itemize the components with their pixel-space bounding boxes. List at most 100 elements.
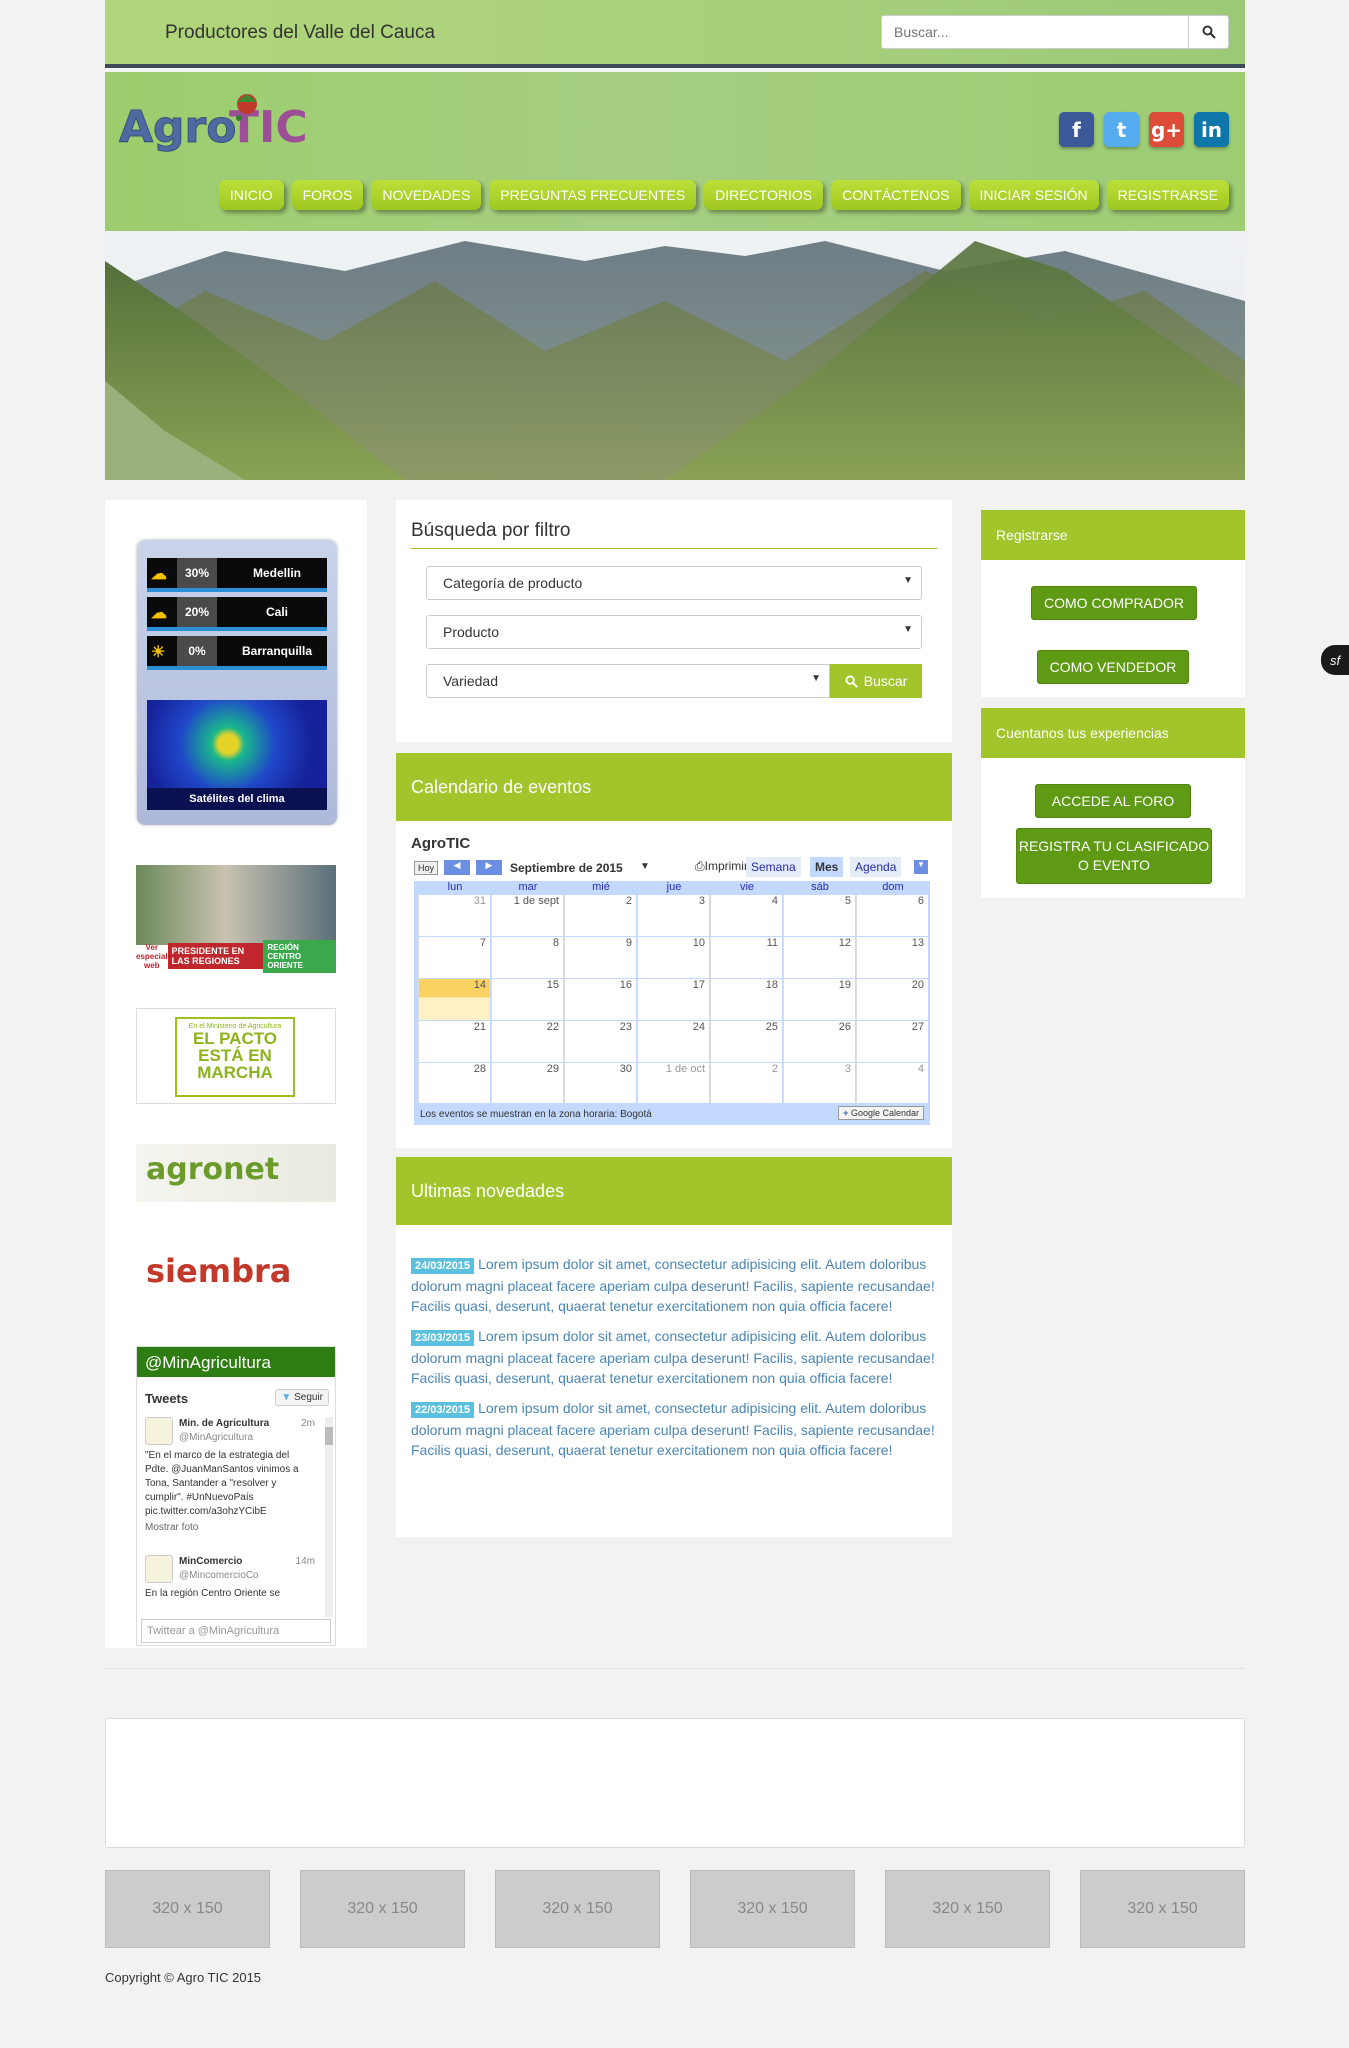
thumbnail-placeholder[interactable]: 320 x 150 [300, 1870, 465, 1948]
calendar-day-cell[interactable]: 11 [710, 937, 782, 978]
nav-contactenos[interactable]: CONTÁCTENOS [831, 180, 961, 210]
show-photo-link[interactable]: Mostrar foto [145, 1521, 315, 1535]
calendar-day-cell[interactable]: 6 [856, 895, 928, 936]
prev-month-button[interactable]: ◀ [444, 860, 470, 875]
news-item[interactable]: 22/03/2015 Lorem ipsum dolor sit amet, co… [411, 1398, 937, 1460]
avatar [145, 1555, 173, 1583]
weather-widget[interactable]: ☁ 30% Medellin ☁ 20% Cali ☀ 0% Barranqui… [137, 540, 337, 825]
week-tab[interactable]: Semana [746, 857, 801, 877]
forum-button[interactable]: ACCEDE AL FORO [1035, 784, 1191, 818]
month-dropdown-icon[interactable]: ▼ [640, 861, 650, 872]
twitter-handle-header[interactable]: @MinAgricultura [137, 1347, 335, 1377]
calendar-day-cell[interactable]: 17 [637, 979, 709, 1020]
nav-directorios[interactable]: DIRECTORIOS [704, 180, 824, 210]
thumbnail-placeholder[interactable]: 320 x 150 [885, 1870, 1050, 1948]
calendar-day-cell[interactable]: 30 [564, 1063, 636, 1104]
news-item[interactable]: 24/03/2015 Lorem ipsum dolor sit amet, co… [411, 1254, 937, 1316]
site-logo[interactable]: Agro TIC [119, 90, 309, 159]
agenda-dropdown-icon[interactable]: ▼ [914, 860, 928, 874]
next-month-button[interactable]: ▶ [476, 860, 502, 875]
calendar-day-cell[interactable]: 4 [856, 1063, 928, 1104]
thumbnail-placeholder[interactable]: 320 x 150 [1080, 1870, 1245, 1948]
calendar-day-cell[interactable]: 14 [418, 979, 490, 1020]
caret-down-icon: ▼ [903, 575, 913, 586]
calendar-day-cell[interactable]: 2 [710, 1063, 782, 1104]
google-calendar-badge[interactable]: + Google Calendar [838, 1106, 924, 1120]
print-link[interactable]: ⎙Imprimir [695, 859, 748, 874]
tweet-item[interactable]: MinComercio @MincomercioCo 14m En la reg… [145, 1555, 315, 1601]
calendar-day-cell[interactable]: 15 [491, 979, 563, 1020]
promo-pacto-agricultura[interactable]: En el Ministerio de Agricultura EL PACTO… [136, 1008, 336, 1104]
calendar-day-cell[interactable]: 4 [710, 895, 782, 936]
today-button[interactable]: Hoy [414, 861, 439, 875]
calendar-day-cell[interactable]: 2 [564, 895, 636, 936]
twitter-icon[interactable]: t [1104, 112, 1139, 147]
nav-preguntas-frecuentes[interactable]: PREGUNTAS FRECUENTES [489, 180, 697, 210]
calendar-day-cell[interactable]: 25 [710, 1021, 782, 1062]
calendar-day-cell[interactable]: 31 [418, 895, 490, 936]
thumbnail-placeholder[interactable]: 320 x 150 [690, 1870, 855, 1948]
facebook-icon[interactable]: f [1059, 112, 1094, 147]
register-seller-button[interactable]: COMO VENDEDOR [1037, 650, 1189, 684]
nav-registrarse[interactable]: REGISTRARSE [1106, 180, 1229, 210]
divider [105, 1668, 1245, 1669]
variety-select[interactable]: Variedad ▼ [426, 664, 830, 698]
site-title: Productores del Valle del Cauca [165, 22, 436, 43]
tweet-compose-input[interactable]: Twittear a @MinAgricultura [141, 1619, 331, 1643]
calendar-day-cell[interactable]: 23 [564, 1021, 636, 1062]
nav-foros[interactable]: FOROS [291, 180, 364, 210]
nav-novedades[interactable]: NOVEDADES [371, 180, 482, 210]
header: Agro TIC f t g+ in INICIO FOROS NOVEDADE… [105, 72, 1245, 231]
search-button[interactable] [1188, 16, 1228, 48]
calendar-day-cell[interactable]: 16 [564, 979, 636, 1020]
agronet-logo[interactable]: agronet [136, 1144, 336, 1202]
calendar-day-number: 1 de sept [513, 895, 559, 907]
news-item[interactable]: 23/03/2015 Lorem ipsum dolor sit amet, co… [411, 1326, 937, 1388]
calendar-day-cell[interactable]: 9 [564, 937, 636, 978]
weekday-label: sáb [811, 881, 829, 893]
calendar-day-cell[interactable]: 3 [783, 1063, 855, 1104]
search-input[interactable] [882, 16, 1188, 48]
calendar-day-cell[interactable]: 21 [418, 1021, 490, 1062]
register-buyer-button[interactable]: COMO COMPRADOR [1031, 586, 1197, 620]
calendar-day-cell[interactable]: 26 [783, 1021, 855, 1062]
calendar-day-cell[interactable]: 5 [783, 895, 855, 936]
calendar-day-number: 15 [546, 979, 559, 991]
satellite-map[interactable]: Satélites del clima [147, 700, 327, 810]
tweet-item[interactable]: Min. de Agricultura @MinAgricultura 2m "… [145, 1417, 315, 1535]
calendar-day-cell[interactable]: 10 [637, 937, 709, 978]
calendar-day-cell[interactable]: 29 [491, 1063, 563, 1104]
product-select[interactable]: Producto ▼ [426, 615, 922, 649]
calendar-day-cell[interactable]: 28 [418, 1063, 490, 1104]
linkedin-icon[interactable]: in [1194, 112, 1229, 147]
promo-presidente-regiones[interactable]: Ver especial web PRESIDENTE EN LAS REGIO… [136, 865, 336, 973]
follow-button[interactable]: ▼ Seguir [275, 1389, 329, 1406]
agenda-tab[interactable]: Agenda [850, 857, 902, 877]
calendar-day-cell[interactable]: 1 de oct [637, 1063, 709, 1104]
calendar-day-cell[interactable]: 1 de sept [491, 895, 563, 936]
category-select[interactable]: Categoría de producto ▼ [426, 566, 922, 600]
thumbnail-placeholder[interactable]: 320 x 150 [105, 1870, 270, 1948]
classified-button[interactable]: REGISTRA TU CLASIFICADO O EVENTO [1016, 828, 1212, 884]
calendar-day-cell[interactable]: 24 [637, 1021, 709, 1062]
calendar-day-cell[interactable]: 27 [856, 1021, 928, 1062]
siembra-logo[interactable]: siembra [136, 1240, 336, 1304]
variety-value: Variedad [443, 673, 499, 689]
filter-search-button[interactable]: Buscar [830, 664, 922, 698]
calendar-day-cell[interactable]: 19 [783, 979, 855, 1020]
nav-inicio[interactable]: INICIO [218, 180, 284, 210]
thumbnail-placeholder[interactable]: 320 x 150 [495, 1870, 660, 1948]
calendar-day-cell[interactable]: 20 [856, 979, 928, 1020]
calendar-day-cell[interactable]: 7 [418, 937, 490, 978]
calendar-day-cell[interactable]: 22 [491, 1021, 563, 1062]
tweets-scrollbar[interactable] [325, 1417, 333, 1617]
calendar-day-cell[interactable]: 3 [637, 895, 709, 936]
nav-iniciar-sesion[interactable]: INICIAR SESIÓN [968, 180, 1099, 210]
calendar-day-cell[interactable]: 8 [491, 937, 563, 978]
floating-symfony-icon[interactable]: sf [1321, 645, 1349, 675]
google-plus-icon[interactable]: g+ [1149, 112, 1184, 147]
calendar-day-cell[interactable]: 18 [710, 979, 782, 1020]
month-tab[interactable]: Mes [810, 857, 844, 877]
calendar-day-cell[interactable]: 13 [856, 937, 928, 978]
calendar-day-cell[interactable]: 12 [783, 937, 855, 978]
